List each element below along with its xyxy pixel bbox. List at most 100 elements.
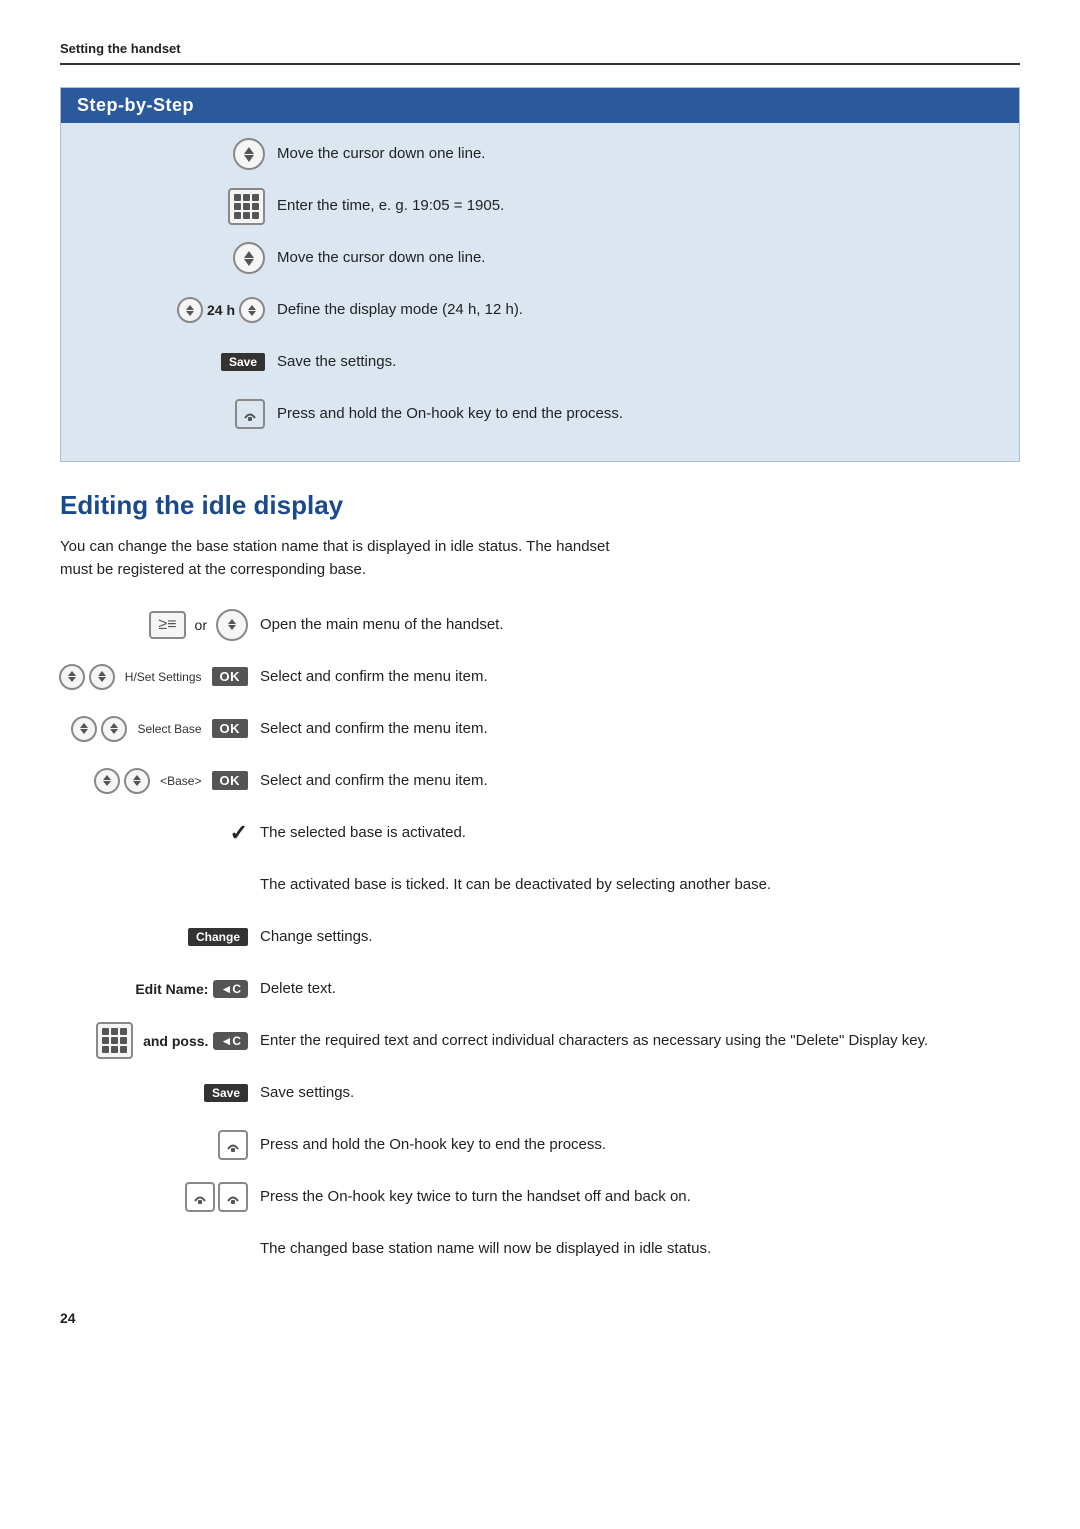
edit-name-label: Edit Name:: [135, 981, 208, 997]
onhook-twice-pair: [185, 1182, 248, 1212]
onhook-icon-3a: [185, 1182, 215, 1212]
step-base-text: Select and confirm the menu item.: [260, 770, 1020, 792]
two-nav-base: [94, 768, 150, 794]
step-hset-icon-col: H/Set Settings OK: [60, 664, 260, 690]
step-hset-text: Select and confirm the menu item.: [260, 666, 1020, 688]
step-by-step-box: Step-by-Step Move the cursor down one li…: [60, 87, 1020, 462]
step-keypad-poss-icon-col: and poss. ◄C: [60, 1022, 260, 1059]
two-nav-hset: [59, 664, 115, 690]
step-ticked-info-text: The activated base is ticked. It can be …: [260, 874, 1020, 896]
step-change-icon-col: Change: [60, 928, 260, 946]
step-change-text: Change settings.: [260, 926, 1020, 948]
step-onhook2-icon-col: [60, 1130, 260, 1160]
step-onhook-twice: Press the On-hook key twice to turn the …: [60, 1176, 1020, 1218]
section-intro: You can change the base station name tha…: [60, 535, 640, 582]
nav-icon-base-2: [124, 768, 150, 794]
step-onhook2: Press and hold the On-hook key to end th…: [60, 1124, 1020, 1166]
step-keypad1-text: Enter the time, e. g. 19:05 = 1905.: [277, 195, 1003, 217]
page-header: Setting the handset: [60, 40, 1020, 65]
nav-icon-1: [233, 138, 265, 170]
keypad-icon-1: [228, 188, 265, 225]
save-button-1[interactable]: Save: [221, 353, 265, 371]
nav-icon-3: [177, 297, 203, 323]
onhook-icon-2: [218, 1130, 248, 1160]
checkmark-icon: ✓: [230, 820, 248, 846]
step-edit-name-icon-col: Edit Name: ◄C: [60, 980, 260, 998]
step-by-step-body: Move the cursor down one line. Enter the…: [61, 123, 1019, 461]
editing-section: Editing the idle display You can change …: [60, 490, 1020, 1270]
step-onhook1: Press and hold the On-hook key to end th…: [77, 393, 1003, 435]
nav-icon-menu: [216, 609, 248, 641]
step-open-menu-text: Open the main menu of the handset.: [260, 614, 1020, 636]
two-nav-selbase: [71, 716, 127, 742]
label-24h: 24 h: [207, 302, 235, 318]
onhook-icon-1: [235, 399, 265, 429]
step-onhook1-icon-col: [77, 399, 277, 429]
step-24h-icon-col: 24 h: [77, 297, 277, 323]
step-24h-text: Define the display mode (24 h, 12 h).: [277, 299, 1003, 321]
nav-icon-hset-1: [59, 664, 85, 690]
save-button-2[interactable]: Save: [204, 1084, 248, 1102]
keypad-poss-row: and poss. ◄C: [96, 1022, 248, 1059]
display-24h: 24 h: [177, 297, 265, 323]
step-move2: Move the cursor down one line.: [77, 237, 1003, 279]
change-button[interactable]: Change: [188, 928, 248, 946]
step-save1: Save Save the settings.: [77, 341, 1003, 383]
onhook-icon-3b: [218, 1182, 248, 1212]
edit-name-row: Edit Name: ◄C: [135, 980, 248, 998]
hset-label: H/Set Settings: [125, 670, 202, 684]
step-keypad-poss-text: Enter the required text and correct indi…: [260, 1030, 1020, 1052]
step-edit-name: Edit Name: ◄C Delete text.: [60, 968, 1020, 1010]
step-move2-icon-col: [77, 242, 277, 274]
step-save2: Save Save settings.: [60, 1072, 1020, 1114]
step-24h: 24 h Define the display mode (24 h, 12 h…: [77, 289, 1003, 331]
delete-key-1[interactable]: ◄C: [213, 980, 248, 998]
step-onhook-twice-text: Press the On-hook key twice to turn the …: [260, 1186, 1020, 1208]
ok-button-selbase[interactable]: OK: [212, 719, 249, 738]
step-select-base: Select Base OK Select and confirm the me…: [60, 708, 1020, 750]
page-header-title: Setting the handset: [60, 41, 181, 56]
step-keypad-poss: and poss. ◄C Enter the required text and…: [60, 1020, 1020, 1062]
step-save2-icon-col: Save: [60, 1084, 260, 1102]
keypad-icon-2: [96, 1022, 133, 1059]
nav-icon-hset-2: [89, 664, 115, 690]
ok-button-hset[interactable]: OK: [212, 667, 249, 686]
step-select-base-text: Select and confirm the menu item.: [260, 718, 1020, 740]
nav-icon-selbase-2: [101, 716, 127, 742]
nav-icon-base-1: [94, 768, 120, 794]
step-by-step-header: Step-by-Step: [61, 88, 1019, 123]
step-move2-text: Move the cursor down one line.: [277, 247, 1003, 269]
step-save2-text: Save settings.: [260, 1082, 1020, 1104]
nav-icon-2: [233, 242, 265, 274]
menu-list-icon: ≥≡: [149, 611, 185, 639]
nav-icon-selbase-1: [71, 716, 97, 742]
step-select-base-icon-col: Select Base OK: [60, 716, 260, 742]
step-ticked-info: The activated base is ticked. It can be …: [60, 864, 1020, 906]
step-activated-icon-col: ✓: [60, 820, 260, 846]
arrow-down-2: [244, 259, 254, 266]
step-change: Change Change settings.: [60, 916, 1020, 958]
step-idle-status: The changed base station name will now b…: [60, 1228, 1020, 1270]
step-edit-name-text: Delete text.: [260, 978, 1020, 1000]
step-move1-text: Move the cursor down one line.: [277, 143, 1003, 165]
step-move1: Move the cursor down one line.: [77, 133, 1003, 175]
step-activated: ✓ The selected base is activated.: [60, 812, 1020, 854]
section-heading: Editing the idle display: [60, 490, 1020, 521]
step-idle-status-text: The changed base station name will now b…: [260, 1238, 1020, 1260]
delete-key-2[interactable]: ◄C: [213, 1032, 248, 1050]
step-keypad1: Enter the time, e. g. 19:05 = 1905.: [77, 185, 1003, 227]
step-keypad1-icon-col: [77, 188, 277, 225]
step-hset: H/Set Settings OK Select and confirm the…: [60, 656, 1020, 698]
step-save1-text: Save the settings.: [277, 351, 1003, 373]
step-open-menu-icon-col: ≥≡ or: [60, 609, 260, 641]
step-onhook1-text: Press and hold the On-hook key to end th…: [277, 403, 1003, 425]
step-onhook-twice-icon-col: [60, 1182, 260, 1212]
arrow-up: [244, 147, 254, 154]
step-activated-text: The selected base is activated.: [260, 822, 1020, 844]
arrow-up-2: [244, 251, 254, 258]
ok-button-base[interactable]: OK: [212, 771, 249, 790]
step-base-icon-col: <Base> OK: [60, 768, 260, 794]
nav-icon-4: [239, 297, 265, 323]
step-onhook2-text: Press and hold the On-hook key to end th…: [260, 1134, 1020, 1156]
and-poss-label: and poss.: [143, 1033, 208, 1049]
